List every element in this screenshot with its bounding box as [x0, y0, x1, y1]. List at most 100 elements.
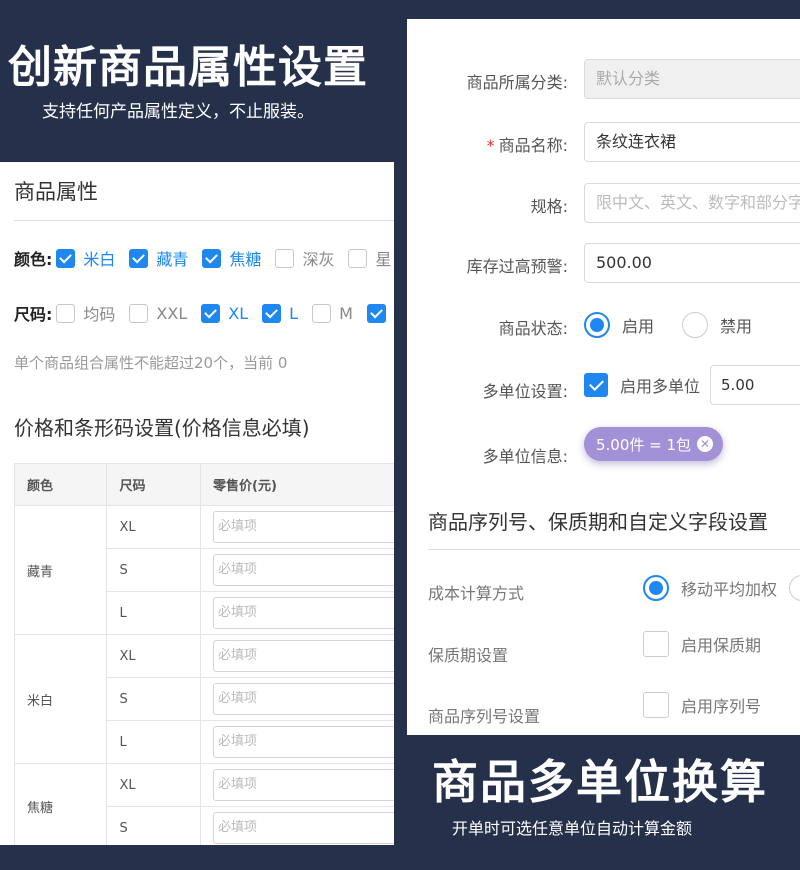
checkbox-unchecked[interactable]	[348, 248, 368, 268]
banner-title: 创新商品属性设置	[8, 42, 368, 93]
color-option-xing[interactable]: 星	[348, 246, 391, 270]
price-input[interactable]: 必填项	[213, 597, 394, 629]
multi-unit-info-label: 多单位信息:	[482, 447, 568, 466]
checkbox-checked[interactable]	[262, 303, 282, 323]
color-option-zangqing[interactable]: 藏青	[129, 246, 188, 270]
color-cell: 米白	[13, 634, 108, 764]
multi-unit-row: 启用多单位 5.00	[584, 365, 800, 405]
serial-section-title: 商品序列号、保质期和自定义字段设置	[428, 510, 768, 534]
footer-banner-title: 商品多单位换算	[432, 755, 768, 809]
shelf-life-option-label: 启用保质期	[681, 636, 762, 655]
attributes-panel: 商品属性 颜色: 米白 藏青 焦糖 深灰 星 尺码: 均码 XXL XL L M…	[0, 162, 394, 845]
name-label: * 商品名称:	[486, 136, 568, 155]
checkbox-unchecked[interactable]	[129, 303, 149, 323]
cost-method-option-label: 移动平均加权	[681, 580, 778, 599]
price-input[interactable]: 必填项	[213, 726, 394, 758]
column-header-color: 颜色	[13, 463, 108, 506]
divider	[428, 549, 800, 550]
size-cell: XL	[106, 634, 201, 678]
size-cell: S	[106, 806, 201, 845]
size-label: 尺码:	[14, 305, 53, 324]
size-option-l[interactable]: L	[262, 303, 298, 323]
size-cell: S	[106, 548, 201, 592]
required-marker: *	[486, 136, 495, 155]
multi-unit-label: 多单位设置:	[482, 382, 568, 401]
table-row: 焦糖 XL 必填项	[13, 763, 394, 845]
spec-input[interactable]: 限中文、英文、数字和部分字	[584, 183, 800, 223]
color-cell: 藏青	[13, 505, 108, 635]
serial-number-checkbox[interactable]	[643, 692, 669, 718]
multi-unit-input[interactable]: 5.00	[710, 365, 800, 405]
size-cell: L	[106, 720, 201, 764]
size-cell: XL	[106, 505, 201, 549]
color-cell: 焦糖	[13, 763, 108, 845]
price-input[interactable]: 必填项	[213, 640, 394, 672]
stock-warning-input[interactable]: 500.00	[584, 243, 800, 283]
status-enabled-label: 启用	[622, 317, 655, 336]
product-name-input[interactable]: 条纹连衣裙	[584, 122, 800, 162]
price-input[interactable]: 必填项	[213, 511, 394, 543]
column-header-price: 零售价(元)	[200, 463, 394, 506]
cost-method-radio-alt[interactable]	[789, 575, 800, 601]
table-row: 藏青 XL 必填项	[13, 505, 394, 635]
banner-subtitle: 支持任何产品属性定义，不止服装。	[42, 102, 314, 122]
serial-number-label: 商品序列号设置	[428, 707, 541, 726]
shelf-life-label: 保质期设置	[428, 646, 509, 665]
size-option-xl[interactable]: XL	[201, 303, 248, 323]
price-input[interactable]: 必填项	[213, 554, 394, 586]
checkbox-checked[interactable]	[129, 248, 149, 268]
status-label: 商品状态:	[498, 319, 568, 338]
price-input[interactable]: 必填项	[213, 812, 394, 844]
size-option-m[interactable]: M	[312, 303, 353, 323]
close-icon[interactable]: ✕	[697, 436, 714, 452]
category-select[interactable]: 默认分类	[584, 59, 800, 99]
table-header-row: 颜色 尺码 零售价(元)	[13, 463, 394, 506]
status-enabled-radio[interactable]	[584, 312, 610, 338]
status-disabled-radio[interactable]	[682, 312, 709, 338]
column-header-size: 尺码	[106, 463, 201, 506]
stock-warning-label: 库存过高预警:	[466, 257, 568, 276]
size-option-junma[interactable]: 均码	[56, 301, 115, 325]
multi-unit-tag[interactable]: 5.00件 = 1包 ✕	[584, 427, 724, 461]
color-option-jiaotang[interactable]: 焦糖	[202, 246, 261, 270]
category-label: 商品所属分类:	[466, 73, 568, 92]
pricing-section-title: 价格和条形码设置(价格信息必填)	[14, 416, 310, 440]
multi-unit-checkbox[interactable]	[584, 373, 608, 397]
checkbox-unchecked[interactable]	[56, 303, 76, 323]
color-attribute-row: 颜色: 米白 藏青 焦糖 深灰 星	[14, 246, 394, 270]
status-disabled-label: 禁用	[720, 317, 753, 336]
serial-number-option[interactable]: 启用序列号	[643, 692, 761, 718]
cost-method-label: 成本计算方式	[428, 584, 525, 603]
product-form-panel: 商品所属分类: 默认分类 * 商品名称: 条纹连衣裙 规格: 限中文、英文、数字和…	[407, 19, 800, 735]
size-cell: L	[106, 591, 201, 635]
color-option-mibai[interactable]: 米白	[56, 246, 115, 270]
checkbox-checked[interactable]	[202, 248, 222, 268]
checkbox-checked[interactable]	[56, 248, 76, 268]
table-row: 米白 XL 必填项	[13, 634, 394, 764]
price-input[interactable]: 必填项	[213, 683, 394, 715]
footer-banner-subtitle: 开单时可选任意单位自动计算金额	[452, 819, 693, 838]
attribute-limit-note: 单个商品组合属性不能超过20个，当前 0	[14, 354, 288, 372]
color-label: 颜色:	[14, 250, 53, 269]
shelf-life-option[interactable]: 启用保质期	[643, 631, 761, 657]
multi-unit-tag-text: 5.00件 = 1包	[596, 435, 692, 454]
cost-method-option[interactable]: 移动平均加权	[643, 575, 800, 601]
checkbox-unchecked[interactable]	[312, 303, 332, 323]
size-attribute-row: 尺码: 均码 XXL XL L M S	[14, 301, 394, 325]
color-option-shenhui[interactable]: 深灰	[275, 246, 334, 270]
attributes-title: 商品属性	[14, 180, 98, 204]
price-input[interactable]: 必填项	[213, 769, 394, 801]
size-option-xxl[interactable]: XXL	[129, 303, 187, 323]
shelf-life-checkbox[interactable]	[643, 631, 669, 657]
checkbox-unchecked[interactable]	[275, 248, 295, 268]
divider	[14, 220, 394, 221]
cost-method-radio[interactable]	[643, 575, 669, 601]
checkbox-checked[interactable]	[366, 303, 386, 323]
multi-unit-checkbox-label: 启用多单位	[620, 377, 701, 396]
spec-label: 规格:	[530, 197, 568, 216]
size-cell: S	[106, 677, 201, 721]
checkbox-checked[interactable]	[201, 303, 221, 323]
serial-number-option-label: 启用序列号	[681, 697, 762, 716]
size-option-s[interactable]: S	[366, 303, 394, 323]
pricing-table: 颜色 尺码 零售价(元) 藏青 XL 必填项 S 必填项 L 必填项 米白 XL	[13, 463, 394, 845]
